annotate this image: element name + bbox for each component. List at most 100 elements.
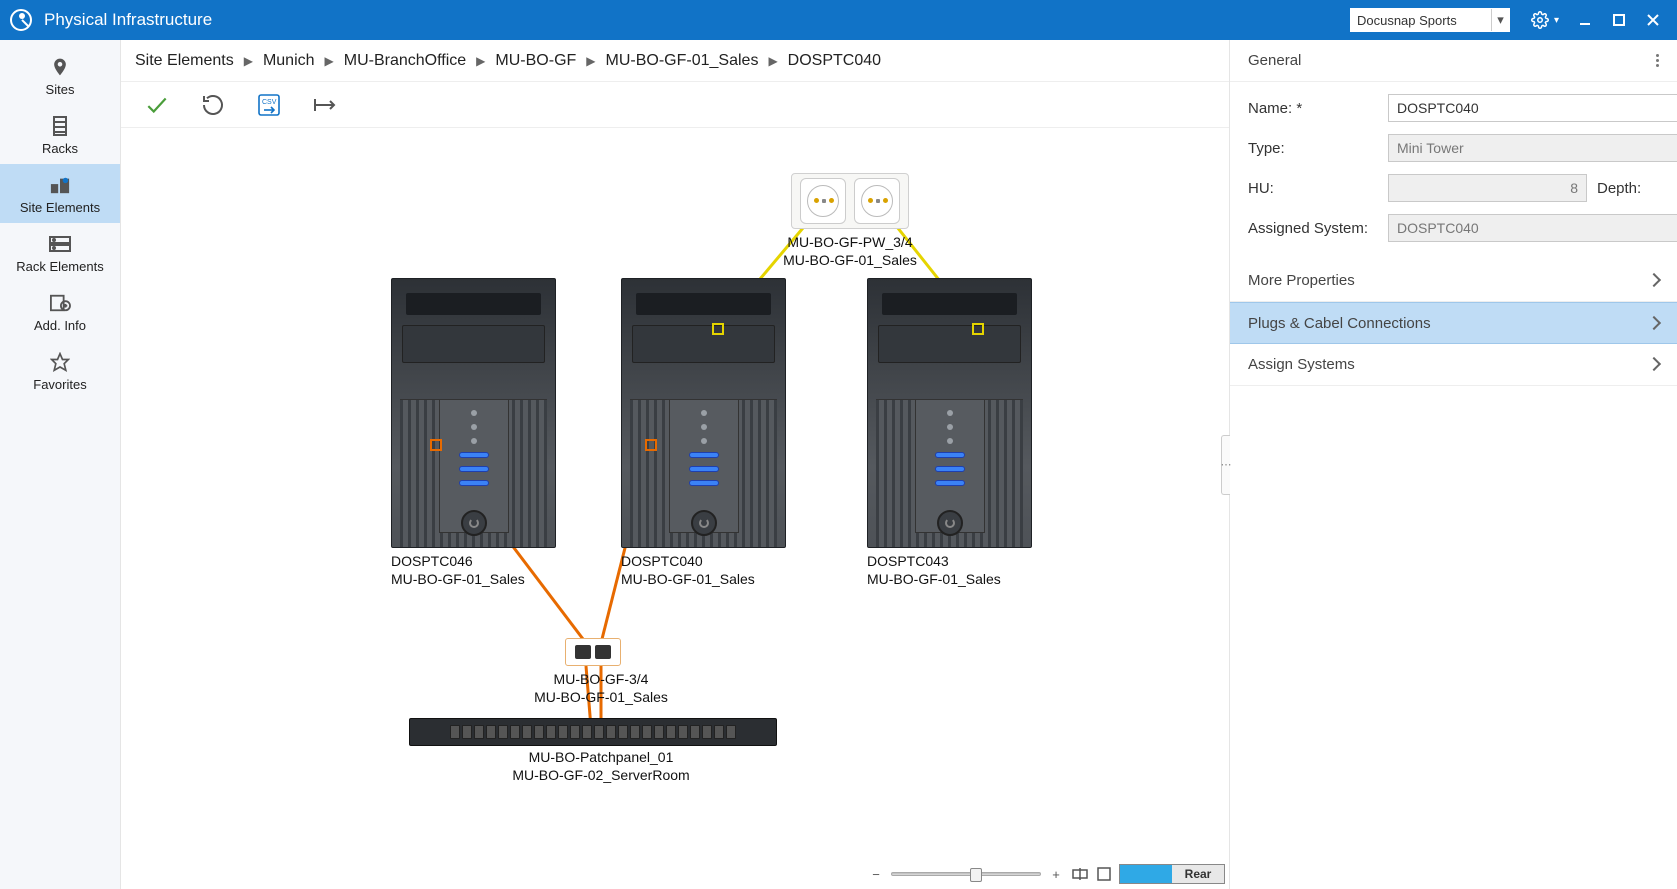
tower-label: DOSPTC040MU-BO-GF-01_Sales [621, 553, 755, 588]
network-jack-label: MU-BO-GF-3/4MU-BO-GF-01_Sales [521, 671, 681, 706]
breadcrumb-separator-icon: ▶ [244, 54, 253, 68]
chevron-right-icon [1649, 272, 1659, 289]
diagram-canvas[interactable]: MU-BO-GF-PW_3/4MU-BO-GF-01_Sales DOSPTC0… [121, 128, 1229, 889]
sidebar-item-label: Sites [46, 82, 75, 97]
tower-node[interactable] [621, 278, 786, 548]
power-outlet-label: MU-BO-GF-PW_3/4MU-BO-GF-01_Sales [761, 234, 939, 269]
network-jack-node[interactable] [565, 638, 621, 666]
sidebar-item-label: Rack Elements [16, 259, 103, 274]
refresh-button[interactable] [199, 91, 227, 119]
tenant-selector-dropdown-icon[interactable]: ▾ [1491, 9, 1509, 31]
breadcrumb: Site Elements ▶ Munich ▶ MU-BranchOffice… [121, 40, 1229, 82]
type-input [1388, 134, 1677, 162]
section-plugs-connections[interactable]: Plugs & Cabel Connections [1230, 302, 1677, 344]
hu-input [1388, 174, 1587, 202]
section-more-properties[interactable]: More Properties [1230, 260, 1677, 302]
map-pin-icon [49, 56, 71, 78]
sidebar-item-favorites[interactable]: Favorites [0, 341, 120, 400]
sidebar-item-racks[interactable]: Racks [0, 105, 120, 164]
settings-dropdown-caret-icon[interactable]: ▾ [1554, 15, 1559, 26]
cable-endpoint-marker [645, 439, 657, 451]
window-minimize-button[interactable] [1569, 7, 1601, 33]
depth-label: Depth: [1597, 180, 1673, 197]
section-title: General [1248, 52, 1301, 69]
assigned-system-label: Assigned System: [1248, 220, 1378, 237]
zoom-in-button[interactable]: + [1047, 865, 1065, 883]
breadcrumb-item[interactable]: Munich [263, 52, 315, 70]
breadcrumb-separator-icon: ▶ [325, 54, 334, 68]
sidebar-item-rack-elements[interactable]: Rack Elements [0, 223, 120, 282]
breadcrumb-item[interactable]: Site Elements [135, 52, 234, 70]
section-general-header[interactable]: General [1230, 40, 1677, 82]
section-assign-systems[interactable]: Assign Systems [1230, 344, 1677, 386]
section-title: Plugs & Cabel Connections [1248, 315, 1431, 332]
breadcrumb-separator-icon: ▶ [476, 54, 485, 68]
tower-label: DOSPTC046MU-BO-GF-01_Sales [391, 553, 525, 588]
window-title: Physical Infrastructure [44, 10, 212, 30]
section-title: More Properties [1248, 272, 1355, 289]
front-rear-toggle[interactable]: Rear [1119, 864, 1225, 884]
chevron-right-icon [1649, 356, 1659, 373]
power-socket-icon [854, 178, 900, 224]
left-sidebar: Sites Racks Site Elements Rack Elements … [0, 40, 121, 889]
power-socket-icon [800, 178, 846, 224]
breadcrumb-item[interactable]: MU-BranchOffice [344, 52, 466, 70]
fit-page-button[interactable] [1095, 865, 1113, 883]
toolbar: CSV [121, 82, 1229, 128]
patchpanel-label: MU-BO-Patchpanel_01MU-BO-GF-02_ServerRoo… [501, 749, 701, 784]
zoom-slider-thumb[interactable] [970, 868, 982, 882]
hu-label: HU: [1248, 180, 1378, 197]
breadcrumb-separator-icon: ▶ [586, 54, 595, 68]
cable-endpoint-marker [430, 439, 442, 451]
panel-collapse-grip[interactable]: ⋯ [1221, 435, 1230, 495]
power-outlet-node[interactable] [791, 173, 909, 229]
sidebar-item-add-info[interactable]: Add. Info [0, 282, 120, 341]
tower-node[interactable] [867, 278, 1032, 548]
sidebar-item-label: Site Elements [20, 200, 100, 215]
settings-gear-icon[interactable] [1524, 7, 1556, 33]
name-label: Name: * [1248, 100, 1378, 117]
breadcrumb-separator-icon: ▶ [768, 54, 777, 68]
add-info-icon [49, 292, 71, 314]
breadcrumb-item[interactable]: MU-BO-GF-01_Sales [606, 52, 759, 70]
window-maximize-button[interactable] [1603, 7, 1635, 33]
assigned-system-input [1388, 214, 1677, 242]
front-view-option[interactable] [1120, 865, 1172, 883]
section-title: Assign Systems [1248, 356, 1355, 373]
general-form: Name: * Type: HU: Depth: Assigned System… [1230, 82, 1677, 260]
app-logo-icon [10, 9, 32, 31]
zoom-bar: − + Rear [867, 863, 1225, 885]
properties-panel: ⋯ General Name: * Type: HU: Depth: Assig… [1229, 40, 1677, 889]
fit-width-button[interactable] [1071, 865, 1089, 883]
rj45-port-icon [575, 645, 591, 659]
svg-text:CSV: CSV [262, 99, 277, 106]
window-close-button[interactable] [1637, 7, 1669, 33]
breadcrumb-item[interactable]: MU-BO-GF [495, 52, 576, 70]
tower-node[interactable] [391, 278, 556, 548]
apply-button[interactable] [143, 91, 171, 119]
rack-elements-icon [49, 233, 71, 255]
zoom-slider[interactable] [891, 872, 1041, 876]
navigate-button[interactable] [311, 91, 339, 119]
zoom-out-button[interactable]: − [867, 865, 885, 883]
sidebar-item-sites[interactable]: Sites [0, 46, 120, 105]
tenant-selector[interactable]: Docusnap Sports ▾ [1350, 8, 1510, 32]
tower-label: DOSPTC043MU-BO-GF-01_Sales [867, 553, 1001, 588]
rack-icon [49, 115, 71, 137]
cable-endpoint-marker [712, 323, 724, 335]
breadcrumb-item[interactable]: DOSPTC040 [788, 52, 881, 70]
sidebar-item-site-elements[interactable]: Site Elements [0, 164, 120, 223]
star-icon [49, 351, 71, 373]
sidebar-item-label: Racks [42, 141, 78, 156]
rj45-port-icon [595, 645, 611, 659]
type-label: Type: [1248, 140, 1378, 157]
title-bar: Physical Infrastructure Docusnap Sports … [0, 0, 1677, 40]
more-menu-icon[interactable] [1656, 54, 1659, 67]
site-elements-icon [49, 174, 71, 196]
cable-endpoint-marker [972, 323, 984, 335]
rear-view-option[interactable]: Rear [1172, 865, 1224, 883]
name-input[interactable] [1388, 94, 1677, 122]
chevron-right-icon [1649, 315, 1659, 332]
csv-export-button[interactable]: CSV [255, 91, 283, 119]
patchpanel-node[interactable] [409, 718, 777, 746]
